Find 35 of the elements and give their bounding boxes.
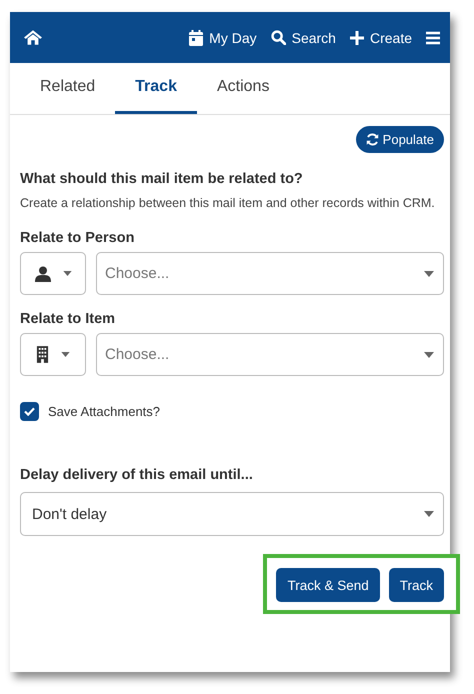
home-icon[interactable] <box>24 30 42 45</box>
section-description: Create a relationship between this mail item and other records within CRM. <box>20 195 436 212</box>
record-type-picker[interactable] <box>20 252 86 295</box>
menu-icon[interactable] <box>426 30 440 44</box>
action-button[interactable]: Track <box>388 568 444 602</box>
record-type-picker[interactable] <box>20 333 86 376</box>
nav-link[interactable]: Search <box>270 30 336 46</box>
caret-icon <box>62 271 72 276</box>
section-title: What should this mail item be related to? <box>20 171 304 187</box>
populate-button[interactable]: Populate <box>356 126 444 153</box>
caret-icon <box>61 352 70 357</box>
tab[interactable]: Related <box>20 63 116 114</box>
nav-link[interactable]: My Day <box>189 30 257 46</box>
caret-icon <box>424 352 434 358</box>
calendar-icon <box>189 30 204 46</box>
person-icon <box>34 266 50 282</box>
search-icon <box>270 30 286 45</box>
field-label: Relate to Item <box>20 311 116 327</box>
choose-dropdown[interactable]: Choose... <box>96 333 444 376</box>
checkbox-label: Save Attachments? <box>48 404 160 419</box>
plus-icon <box>350 30 364 44</box>
caret-icon <box>424 270 434 276</box>
choose-dropdown[interactable]: Choose... <box>96 252 444 295</box>
action-button[interactable]: Track & Send <box>276 568 380 602</box>
delay-dropdown[interactable]: Don't delay <box>20 492 444 536</box>
building-icon <box>36 346 49 363</box>
checkmark-icon <box>24 407 35 416</box>
refresh-icon <box>366 133 379 146</box>
caret-icon <box>424 511 434 517</box>
tab[interactable]: Track <box>115 63 197 114</box>
tab[interactable]: Actions <box>196 63 290 114</box>
field-label: Delay delivery of this email until... <box>20 467 254 483</box>
field-label: Relate to Person <box>20 230 136 246</box>
nav-link[interactable]: Create <box>350 30 412 46</box>
checkbox[interactable] <box>20 402 39 421</box>
